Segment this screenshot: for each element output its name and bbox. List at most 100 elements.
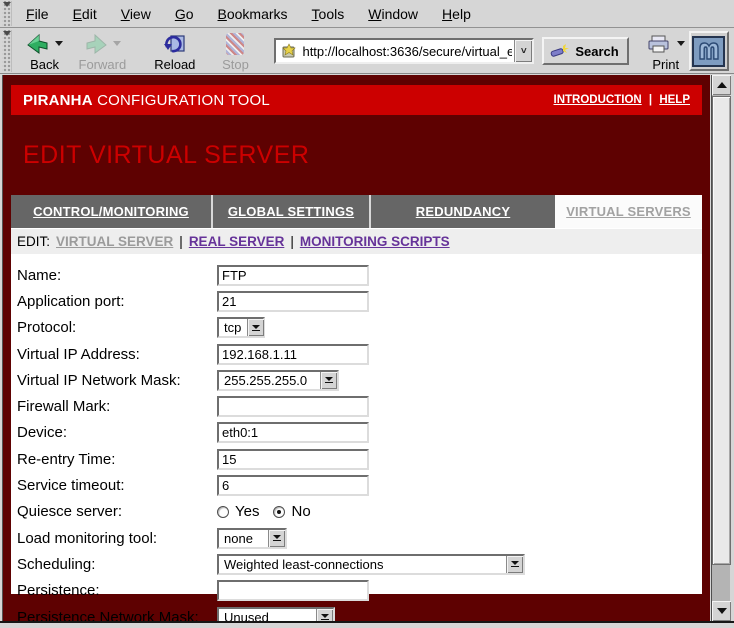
tab-virtual-servers[interactable]: VIRTUAL SERVERS bbox=[555, 195, 702, 228]
menu-edit[interactable]: Edit bbox=[73, 6, 97, 22]
subnav-prefix: EDIT: bbox=[17, 234, 50, 249]
url-bar: ˅ bbox=[274, 38, 534, 64]
back-icon bbox=[26, 33, 50, 55]
piranha-brand: PIRANHA CONFIGURATION TOOL bbox=[23, 92, 270, 109]
load-monitoring-select-arrow-icon bbox=[268, 530, 285, 547]
tab-global-settings[interactable]: GLOBAL SETTINGS bbox=[213, 195, 371, 228]
scheduling-select[interactable]: Weighted least-connections bbox=[217, 554, 525, 575]
form-row-quiesce-server: Quiesce server: Yes No bbox=[17, 499, 702, 525]
service-timeout-field[interactable] bbox=[217, 475, 369, 496]
name-label: Name: bbox=[17, 267, 217, 284]
form-row-load-monitoring: Load monitoring tool: none bbox=[17, 525, 702, 551]
name-field[interactable] bbox=[217, 265, 369, 286]
main-tabs: CONTROL/MONITORING GLOBAL SETTINGS REDUN… bbox=[11, 195, 702, 228]
stop-label: Stop bbox=[222, 57, 249, 72]
back-dropdown-caret[interactable] bbox=[55, 41, 63, 46]
menubar-grip-handle[interactable] bbox=[2, 1, 12, 26]
forward-label: Forward bbox=[79, 57, 127, 72]
service-timeout-label: Service timeout: bbox=[17, 477, 217, 494]
persistence-field[interactable] bbox=[217, 580, 369, 601]
browser-viewport: PIRANHA CONFIGURATION TOOL INTRODUCTION … bbox=[2, 75, 710, 621]
menu-help[interactable]: Help bbox=[442, 6, 471, 22]
scroll-down-arrow-icon bbox=[717, 608, 727, 614]
device-field[interactable] bbox=[217, 422, 369, 443]
persistence-mask-label: Persistence Network Mask: bbox=[17, 609, 217, 622]
page-title-area: EDIT VIRTUAL SERVER bbox=[11, 115, 702, 195]
form-row-reentry-time: Re-entry Time: bbox=[17, 446, 702, 472]
vertical-scrollbar[interactable] bbox=[711, 75, 730, 621]
virtual-ip-mask-select[interactable]: 255.255.255.0 bbox=[217, 370, 339, 391]
persistence-mask-select-arrow-icon bbox=[316, 609, 333, 622]
scroll-down-button[interactable] bbox=[712, 601, 731, 621]
help-link[interactable]: HELP bbox=[659, 94, 690, 106]
virtual-ip-mask-value: 255.255.255.0 bbox=[219, 372, 320, 389]
quiesce-yes-label: Yes bbox=[235, 503, 259, 520]
page-title: EDIT VIRTUAL SERVER bbox=[11, 141, 309, 170]
menu-window[interactable]: Window bbox=[368, 6, 418, 22]
subnav-separator-2: | bbox=[290, 234, 294, 249]
protocol-value: tcp bbox=[219, 319, 247, 336]
load-monitoring-select[interactable]: none bbox=[217, 528, 287, 549]
scroll-up-button[interactable] bbox=[712, 75, 731, 95]
reload-icon bbox=[163, 33, 187, 55]
url-dropdown-button[interactable]: ˅ bbox=[514, 40, 532, 62]
quiesce-no-radio[interactable] bbox=[273, 506, 285, 518]
search-flashlight-icon bbox=[550, 43, 570, 59]
print-label: Print bbox=[652, 57, 679, 72]
virtual-ip-field[interactable] bbox=[217, 344, 369, 365]
reload-label: Reload bbox=[154, 57, 195, 72]
menu-file[interactable]: File bbox=[26, 6, 49, 22]
print-icon bbox=[646, 34, 672, 54]
reentry-time-field[interactable] bbox=[217, 449, 369, 470]
form-row-persistence: Persistence: bbox=[17, 578, 702, 604]
toolbar-grip-handle[interactable] bbox=[2, 30, 12, 72]
reentry-time-label: Re-entry Time: bbox=[17, 451, 217, 468]
persistence-mask-value: Unused bbox=[219, 609, 316, 622]
tab-redundancy[interactable]: REDUNDANCY bbox=[371, 195, 555, 228]
subnav-monitoring-scripts-link[interactable]: MONITORING SCRIPTS bbox=[300, 234, 450, 249]
load-monitoring-label: Load monitoring tool: bbox=[17, 530, 217, 547]
load-monitoring-value: none bbox=[219, 530, 268, 547]
form-row-scheduling: Scheduling: Weighted least-connections bbox=[17, 551, 702, 577]
introduction-link[interactable]: INTRODUCTION bbox=[554, 94, 642, 106]
url-bookmark-icon bbox=[280, 43, 298, 59]
scroll-up-arrow-icon bbox=[717, 82, 727, 88]
menu-bookmarks[interactable]: Bookmarks bbox=[218, 6, 288, 22]
subnav-real-server-link[interactable]: REAL SERVER bbox=[189, 234, 285, 249]
back-button[interactable]: Back bbox=[22, 30, 68, 73]
scheduling-value: Weighted least-connections bbox=[219, 556, 506, 573]
protocol-label: Protocol: bbox=[17, 319, 217, 336]
virtual-server-form: Name: Application port: Protocol: tcp Vi… bbox=[11, 254, 702, 594]
stop-icon bbox=[226, 33, 244, 55]
form-row-name: Name: bbox=[17, 262, 702, 288]
form-row-firewall-mark: Firewall Mark: bbox=[17, 393, 702, 419]
print-button[interactable]: Print bbox=[643, 30, 689, 73]
menu-go[interactable]: Go bbox=[175, 6, 194, 22]
protocol-select[interactable]: tcp bbox=[217, 317, 265, 338]
brand-strong: PIRANHA bbox=[23, 92, 93, 109]
header-link-separator: | bbox=[649, 94, 652, 106]
reload-button[interactable]: Reload bbox=[151, 30, 198, 73]
url-input[interactable] bbox=[300, 44, 514, 59]
menu-view[interactable]: View bbox=[121, 6, 151, 22]
forward-icon bbox=[84, 33, 108, 55]
quiesce-no-label: No bbox=[291, 503, 310, 520]
persistence-mask-select[interactable]: Unused bbox=[217, 607, 335, 622]
forward-button[interactable]: Forward bbox=[76, 30, 130, 73]
print-dropdown-caret[interactable] bbox=[677, 41, 685, 46]
mozilla-throbber-button[interactable] bbox=[689, 31, 729, 71]
status-bar bbox=[0, 621, 734, 628]
form-row-service-timeout: Service timeout: bbox=[17, 472, 702, 498]
search-button[interactable]: Search bbox=[542, 37, 628, 65]
subnav-separator-1: | bbox=[179, 234, 183, 249]
menu-tools[interactable]: Tools bbox=[312, 6, 345, 22]
piranha-header-bar: PIRANHA CONFIGURATION TOOL INTRODUCTION … bbox=[11, 85, 702, 115]
quiesce-yes-radio[interactable] bbox=[217, 506, 229, 518]
firewall-mark-label: Firewall Mark: bbox=[17, 398, 217, 415]
tab-control-monitoring[interactable]: CONTROL/MONITORING bbox=[11, 195, 213, 228]
stop-button[interactable]: Stop bbox=[212, 30, 258, 73]
search-label: Search bbox=[575, 44, 618, 59]
firewall-mark-field[interactable] bbox=[217, 396, 369, 417]
application-port-field[interactable] bbox=[217, 291, 369, 312]
scrollbar-thumb[interactable] bbox=[712, 96, 731, 565]
